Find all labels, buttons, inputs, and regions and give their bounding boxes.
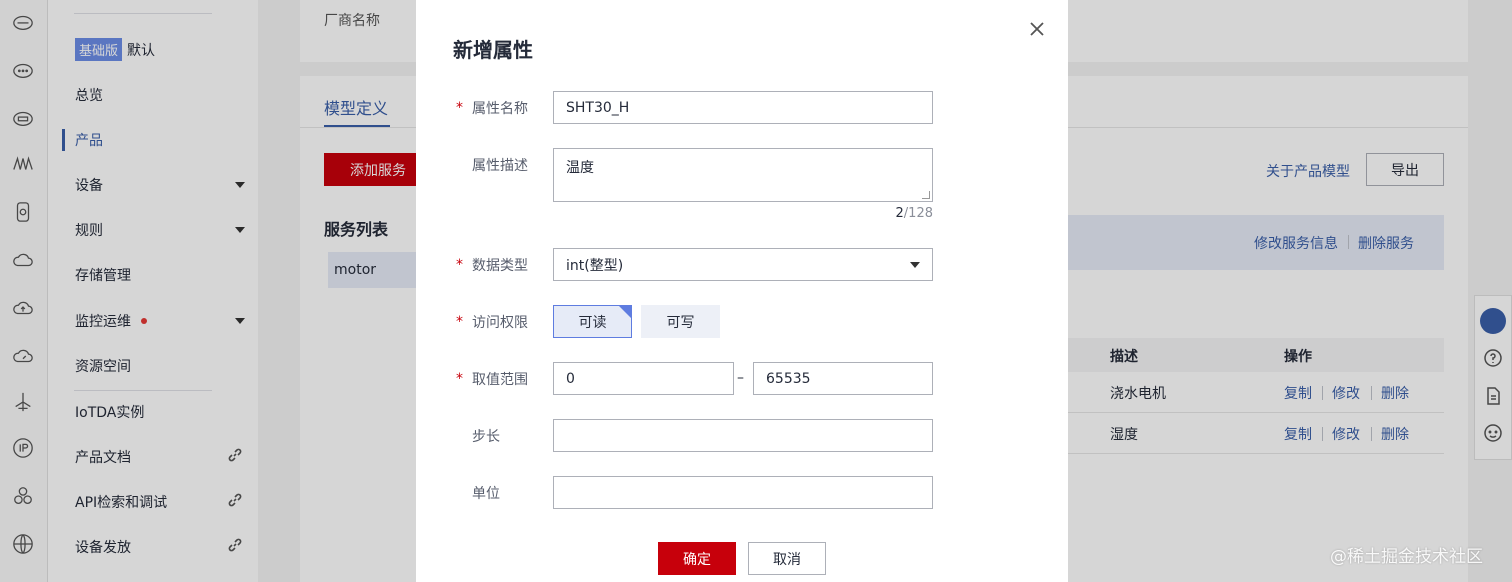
access-writable-toggle[interactable]: 可写 (641, 305, 720, 338)
step-input[interactable] (553, 419, 933, 452)
required-mark: * (456, 100, 463, 116)
range-separator: – (737, 370, 744, 386)
caret-down-icon (910, 262, 920, 268)
required-mark: * (456, 257, 463, 273)
data-type-select[interactable]: int(整型) (553, 248, 933, 281)
field-label: 步长 (456, 426, 556, 446)
char-counter: 2/128 (853, 206, 933, 221)
field-label: * 属性名称 (456, 98, 556, 118)
required-mark: * (456, 314, 463, 330)
toggle-label: 可读 (578, 314, 607, 331)
label-text: 数据类型 (472, 258, 528, 274)
field-label: 单位 (456, 483, 556, 503)
watermark: @稀土掘金技术社区 (1330, 547, 1483, 567)
range-min-input[interactable]: 0 (553, 362, 734, 395)
label-text: 属性描述 (472, 158, 528, 174)
resize-handle[interactable] (922, 191, 930, 199)
access-readable-toggle[interactable]: 可读 (553, 305, 632, 338)
label-text: 单位 (472, 486, 500, 502)
textarea-value: 温度 (566, 160, 594, 176)
property-description-textarea[interactable]: 温度 (553, 148, 933, 202)
required-mark: * (456, 371, 463, 387)
check-corner-icon (618, 305, 632, 319)
field-label: * 取值范围 (456, 369, 556, 389)
select-value: int(整型) (566, 257, 624, 274)
label-text: 属性名称 (472, 101, 528, 117)
cancel-button[interactable]: 取消 (748, 542, 826, 575)
label-text: 取值范围 (472, 372, 528, 388)
unit-input[interactable] (553, 476, 933, 509)
label-text: 步长 (472, 429, 500, 445)
label-text: 访问权限 (472, 315, 528, 331)
field-label: * 数据类型 (456, 255, 556, 275)
dialog-title: 新增属性 (453, 38, 533, 62)
field-label: * 访问权限 (456, 312, 556, 332)
char-count: 2 (895, 206, 904, 221)
char-max: /128 (903, 206, 933, 221)
toggle-label: 可写 (666, 314, 695, 331)
range-max-input[interactable]: 65535 (753, 362, 933, 395)
field-label: 属性描述 (456, 155, 556, 175)
add-property-dialog: 新增属性 * 属性名称 SHT30_H 属性描述 温度 2/128 * 数据类型 i… (416, 0, 1068, 582)
property-name-input[interactable]: SHT30_H (553, 91, 933, 124)
confirm-button[interactable]: 确定 (658, 542, 736, 575)
close-icon[interactable] (1028, 20, 1046, 38)
